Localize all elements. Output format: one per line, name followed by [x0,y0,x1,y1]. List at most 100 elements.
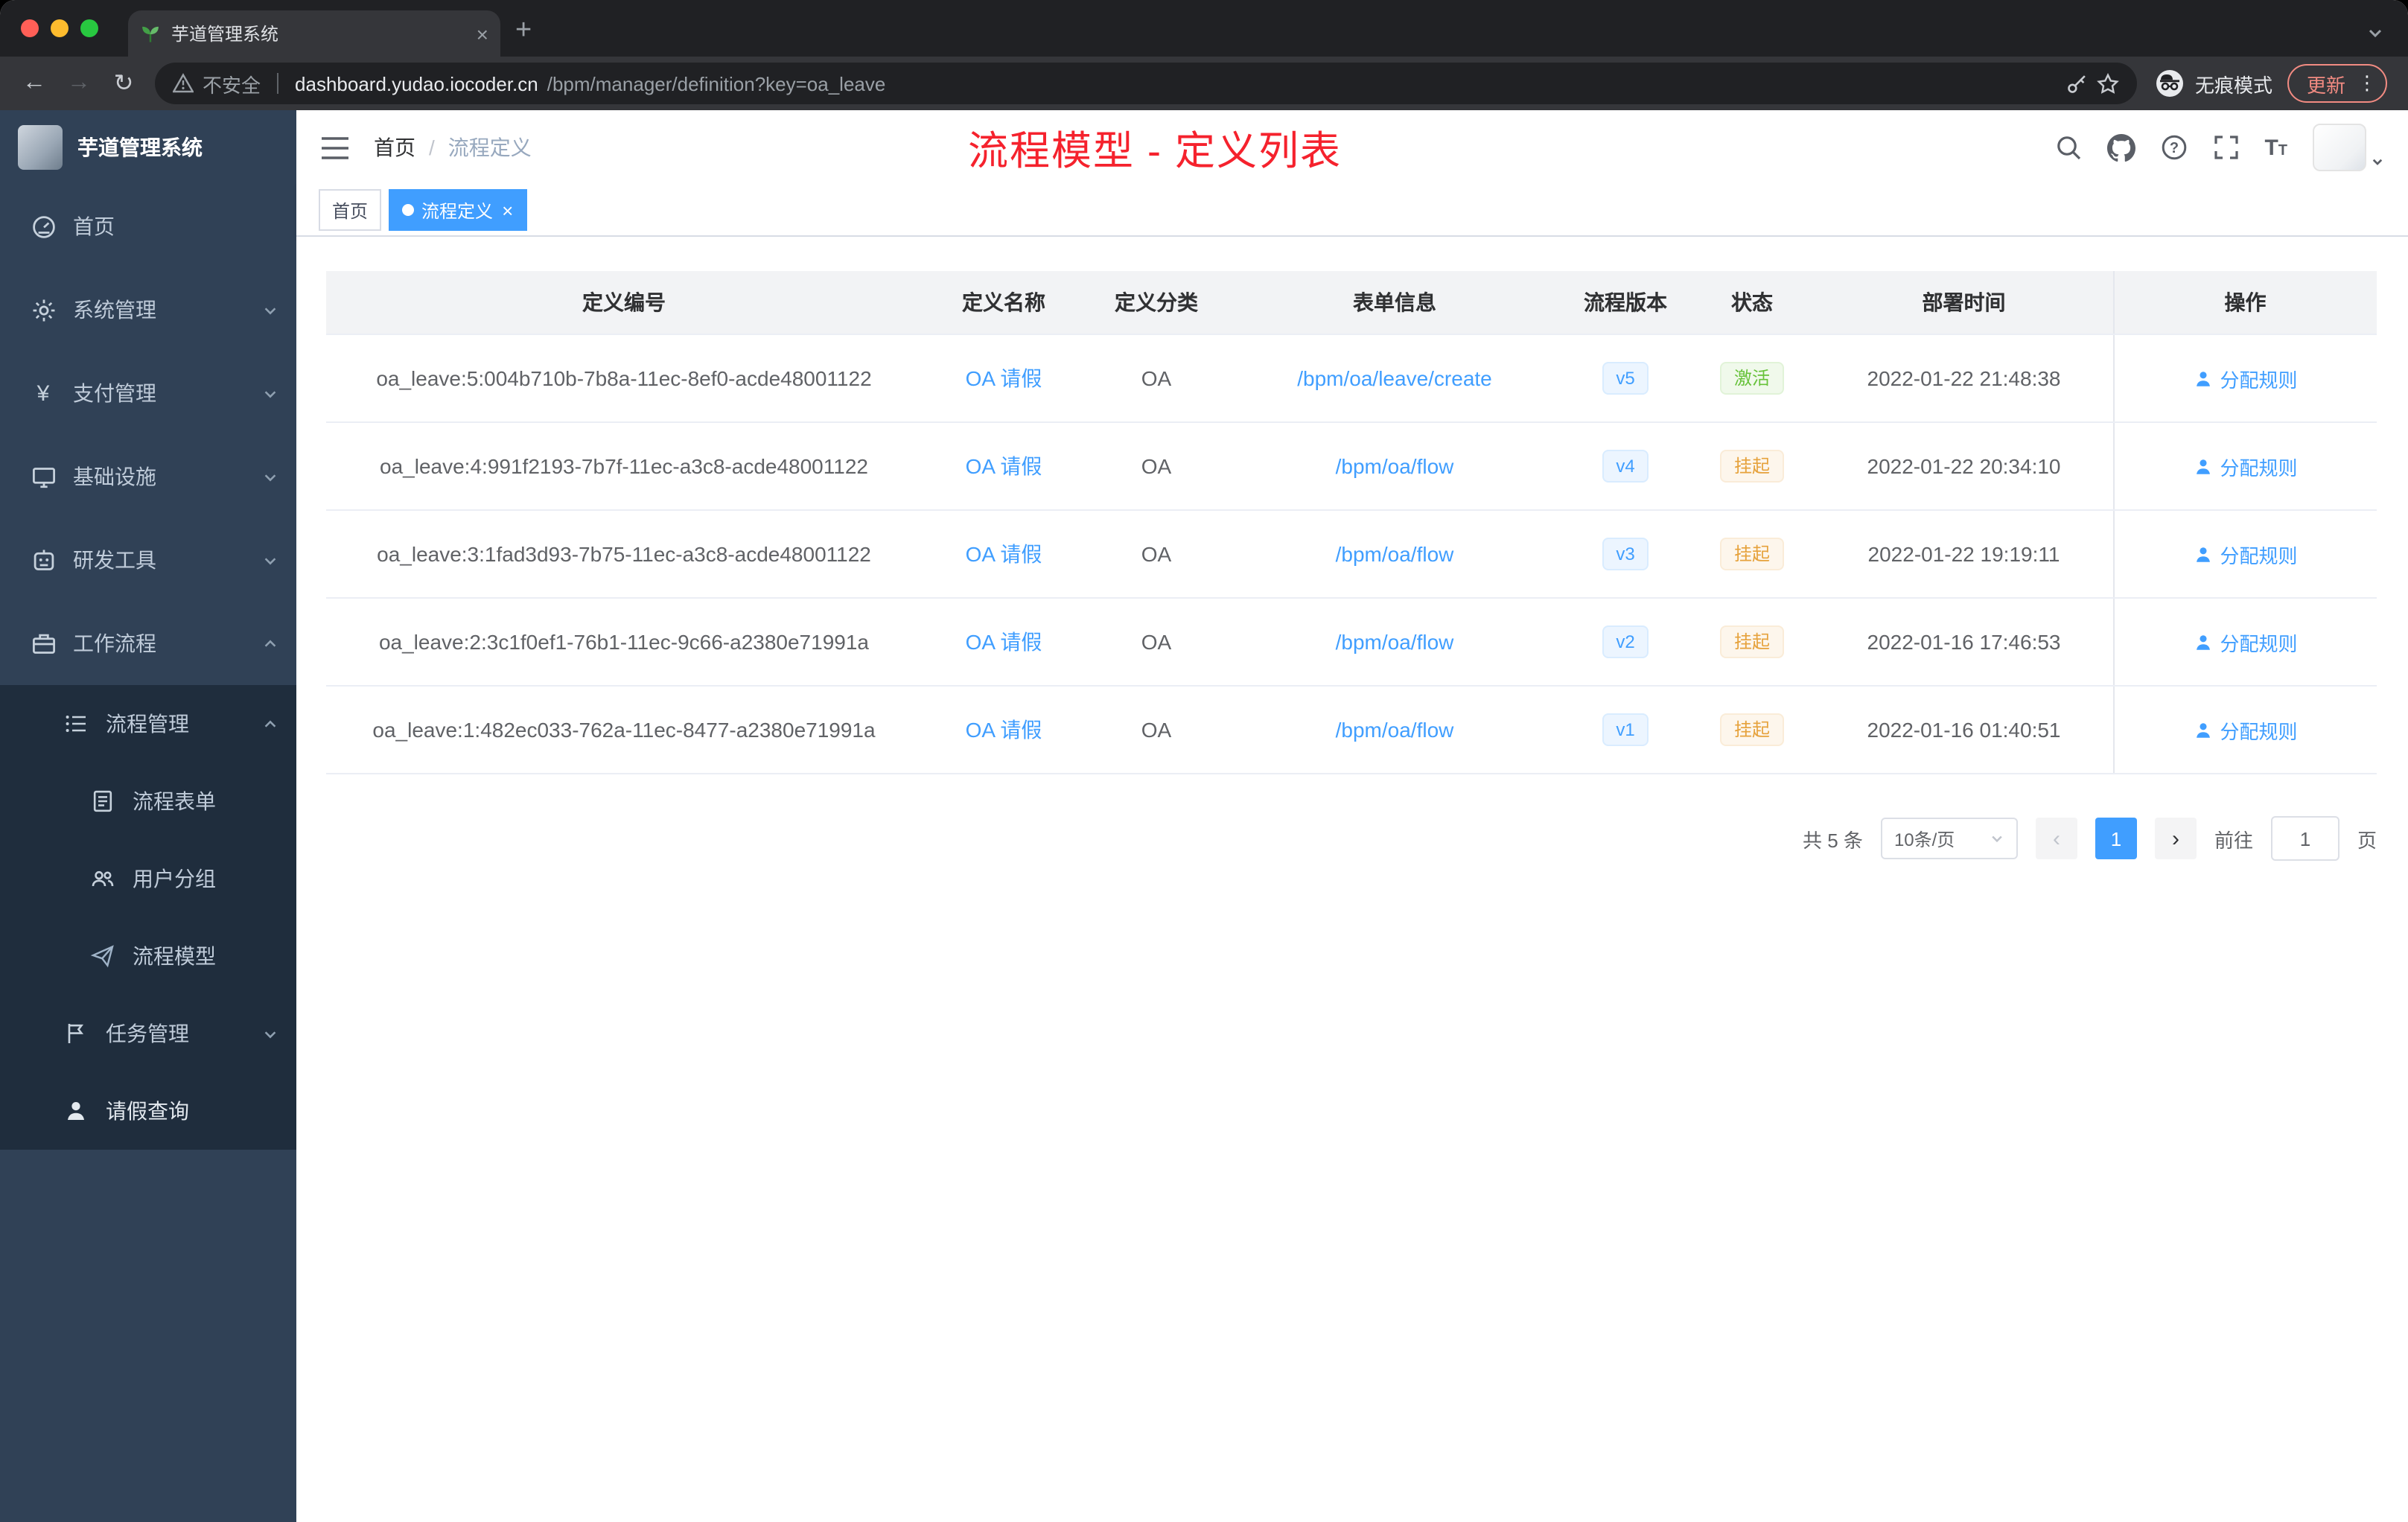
chevron-down-icon [262,1025,278,1042]
tag-close-icon[interactable]: × [502,200,513,220]
tags-view-bar: 首页 流程定义 × [296,185,2408,237]
sidebar-item-home[interactable]: 首页 [0,185,296,268]
breadcrumb-home[interactable]: 首页 [374,133,415,162]
version-badge: v3 [1602,538,1649,570]
page-unit-label: 页 [2357,829,2377,851]
back-button[interactable]: ← [21,70,48,97]
breadcrumb-current: 流程定义 [447,136,532,159]
form-link[interactable]: /bpm/oa/flow [1336,630,1454,654]
prev-page-button[interactable]: ‹ [2035,818,2077,859]
page-size-select[interactable]: 10条/页 [1880,818,2018,859]
window-close-button[interactable] [21,19,39,37]
sidebar-item-label: 首页 [73,214,115,238]
app-title: 芋道管理系统 [77,136,203,159]
breadcrumb: 首页 / 流程定义 [374,133,532,162]
assign-rule-button[interactable]: 分配规则 [2193,716,2298,744]
definition-name-link[interactable]: OA 请假 [966,366,1042,390]
search-icon[interactable] [2054,134,2081,161]
definition-name-link[interactable]: OA 请假 [966,718,1042,742]
window-minimize-button[interactable] [51,19,69,37]
goto-page-input[interactable] [2270,816,2339,861]
reload-button[interactable]: ↻ [110,69,137,98]
help-icon[interactable]: ? [2160,134,2187,161]
yen-icon: ¥ [36,380,50,406]
definition-id: oa_leave:5:004b710b-7b8a-11ec-8ef0-acde4… [326,334,922,423]
sidebar-item-process-model[interactable]: 流程模型 [0,917,296,995]
form-link[interactable]: /bpm/oa/leave/create [1297,366,1492,390]
browser-tab[interactable]: 芋道管理系统 × [128,10,500,57]
sidebar-item-devtools[interactable]: 研发工具 [0,518,296,602]
form-link[interactable]: /bpm/oa/flow [1336,542,1454,566]
user-icon [2193,544,2212,564]
page-number-button[interactable]: 1 [2095,818,2137,859]
font-size-icon[interactable]: TT [2264,136,2287,159]
definition-name-link[interactable]: OA 请假 [966,454,1042,478]
assign-rule-button[interactable]: 分配规则 [2193,364,2298,392]
forward-button[interactable]: → [66,70,92,97]
sidebar-item-process-form[interactable]: 流程表单 [0,762,296,840]
password-key-icon[interactable] [2065,72,2088,95]
url-host: dashboard.yudao.iocoder.cn [295,72,538,95]
avatar [2313,124,2366,171]
chevron-down-icon [262,385,278,401]
browser-menu-icon[interactable]: ⋮ [2357,71,2377,95]
list-icon [63,712,89,736]
sidebar-item-process-management[interactable]: 流程管理 [0,685,296,762]
sidebar-item-payment[interactable]: ¥ 支付管理 [0,351,296,435]
assign-rule-label: 分配规则 [2220,720,2298,742]
version-badge: v5 [1602,362,1649,395]
bookmark-star-icon[interactable] [2097,72,2119,95]
tab-search-chevron-icon[interactable] [2366,24,2384,42]
sidebar-item-system[interactable]: 系统管理 [0,268,296,351]
tab-title: 芋道管理系统 [171,24,279,45]
github-icon[interactable] [2106,133,2135,162]
user-icon [2193,632,2212,652]
column-header-category: 定义分类 [1086,271,1227,335]
status-badge: 挂起 [1720,625,1783,658]
sidebar-toggle-hamburger-icon[interactable] [320,135,350,160]
column-header-deploy-time: 部署时间 [1815,271,2113,335]
pagination: 共 5 条 10条/页 ‹ 1 › 前往 页 [326,816,2377,861]
app-logo[interactable]: 芋道管理系统 [0,110,296,185]
url-bar[interactable]: 不安全 dashboard.yudao.iocoder.cn /bpm/mana… [155,63,2137,104]
user-icon [2193,720,2212,739]
form-link[interactable]: /bpm/oa/flow [1336,454,1454,478]
definition-category: OA [1086,334,1227,423]
tag-process-definition[interactable]: 流程定义 × [389,189,527,231]
definition-name-link[interactable]: OA 请假 [966,630,1042,654]
not-secure-warning-icon [173,73,194,94]
window-maximize-button[interactable] [80,19,98,37]
sidebar-item-workflow[interactable]: 工作流程 [0,602,296,685]
user-icon [2193,369,2212,388]
assign-rule-button[interactable]: 分配规则 [2193,628,2298,656]
tag-home[interactable]: 首页 [319,189,382,231]
chevron-down-icon [1990,831,2004,846]
sidebar-item-label: 用户分组 [133,867,216,891]
security-label: 不安全 [203,74,261,96]
chevron-down-icon [262,552,278,568]
breadcrumb-separator: / [429,136,435,159]
assign-rule-button[interactable]: 分配规则 [2193,452,2298,480]
tab-close-icon[interactable]: × [477,23,488,44]
definition-id: oa_leave:1:482ec033-762a-11ec-8477-a2380… [326,686,922,774]
sidebar: 芋道管理系统 首页 系统管理 ¥ 支付管理 基础设施 研发工具 工作流程 流程管… [0,110,296,1522]
version-badge: v1 [1602,713,1649,746]
sidebar-item-task-management[interactable]: 任务管理 [0,995,296,1072]
goto-label: 前往 [2214,829,2253,851]
sidebar-item-infrastructure[interactable]: 基础设施 [0,435,296,518]
new-tab-button[interactable]: + [515,15,532,48]
fullscreen-icon[interactable] [2212,134,2239,161]
definition-name-link[interactable]: OA 请假 [966,542,1042,566]
assign-rule-label: 分配规则 [2220,369,2298,391]
sidebar-item-user-group[interactable]: 用户分组 [0,840,296,917]
sidebar-item-label: 工作流程 [73,631,156,655]
sidebar-item-label: 研发工具 [73,548,156,572]
robot-icon [30,547,57,573]
assign-rule-button[interactable]: 分配规则 [2193,540,2298,568]
deploy-time: 2022-01-16 01:40:51 [1815,686,2113,774]
user-menu[interactable] [2313,124,2384,171]
form-link[interactable]: /bpm/oa/flow [1336,718,1454,742]
browser-update-button[interactable]: 更新 ⋮ [2287,64,2387,103]
sidebar-item-leave-query[interactable]: 请假查询 [0,1072,296,1150]
next-page-button[interactable]: › [2154,818,2197,859]
